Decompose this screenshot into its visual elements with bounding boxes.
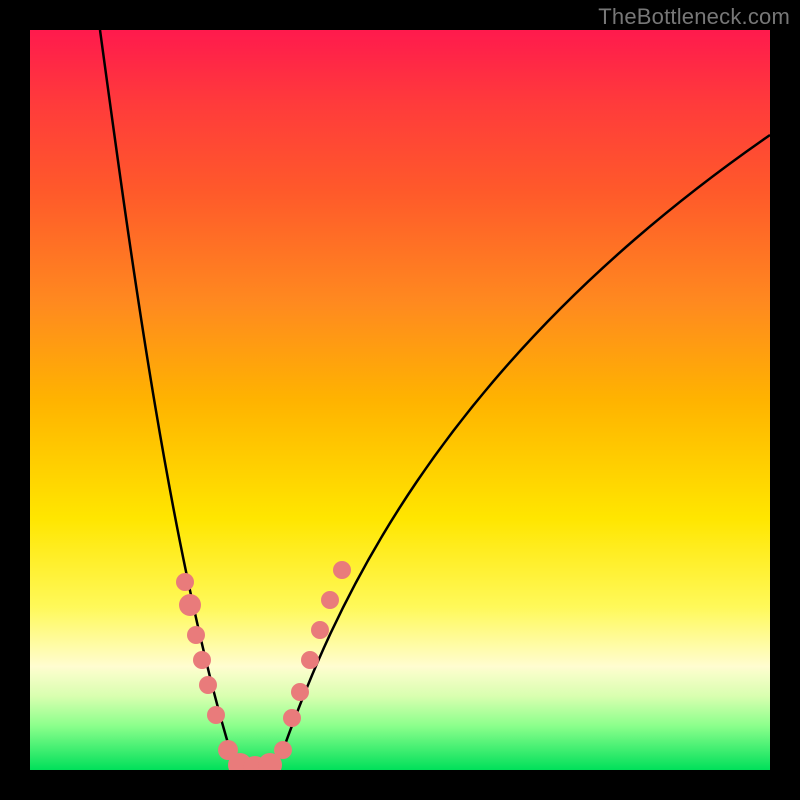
data-dot xyxy=(218,740,238,760)
data-dot xyxy=(179,594,201,616)
data-dot xyxy=(187,626,205,644)
data-dot xyxy=(258,753,282,770)
data-dot xyxy=(193,651,211,669)
data-dot xyxy=(199,676,217,694)
curve-right xyxy=(244,135,770,768)
data-dot xyxy=(333,561,351,579)
data-dot xyxy=(291,683,309,701)
data-dot xyxy=(321,591,339,609)
data-dot xyxy=(311,621,329,639)
watermark-text: TheBottleneck.com xyxy=(598,4,790,30)
data-dot xyxy=(283,709,301,727)
dot-group xyxy=(176,561,351,770)
data-dot xyxy=(274,741,292,759)
chart-container: TheBottleneck.com xyxy=(0,0,800,800)
data-dot xyxy=(176,573,194,591)
data-dot xyxy=(207,706,225,724)
curve-svg xyxy=(30,30,770,770)
curve-left xyxy=(100,30,244,768)
data-dot xyxy=(301,651,319,669)
data-dot xyxy=(228,753,252,770)
data-dot xyxy=(243,756,267,770)
plot-area xyxy=(30,30,770,770)
